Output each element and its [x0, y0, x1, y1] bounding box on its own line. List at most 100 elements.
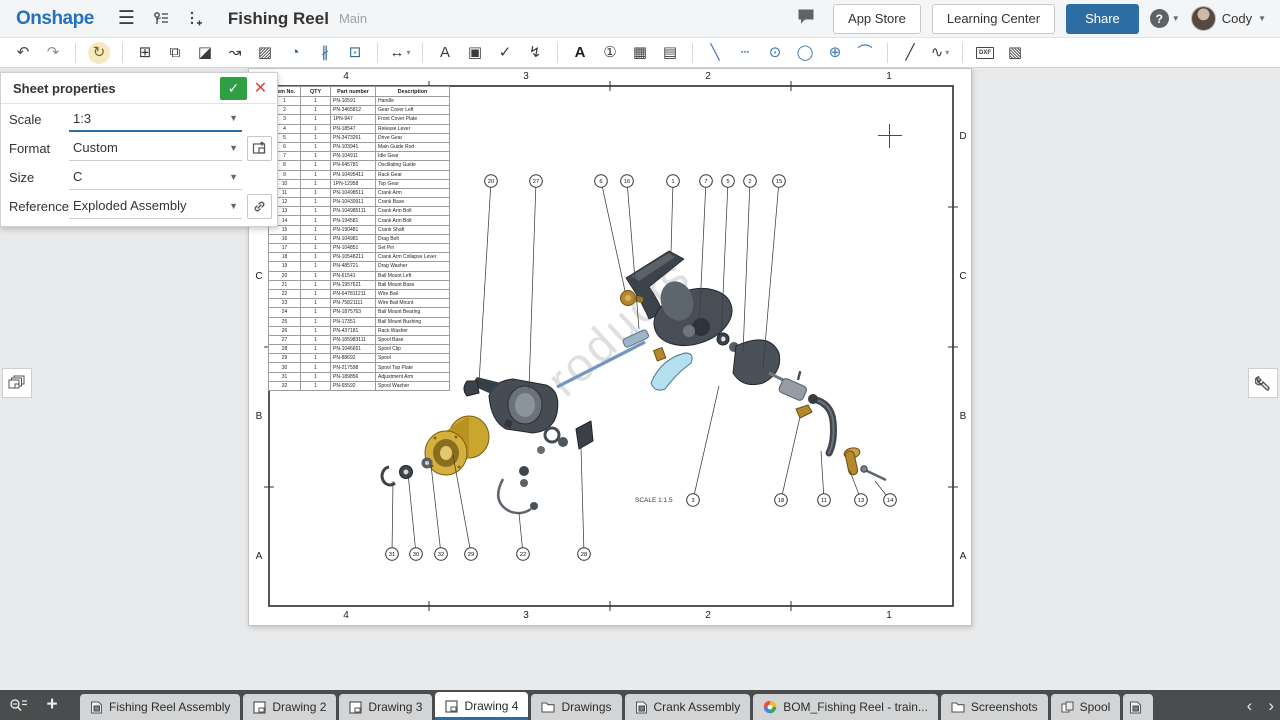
export-dxf-icon[interactable]: DXF	[972, 41, 998, 65]
table-row[interactable]: 111PN-10498511Crank Arm	[269, 188, 450, 197]
format-dropdown[interactable]: Custom▼	[69, 136, 242, 161]
text-icon[interactable]: A	[567, 41, 593, 65]
scroll-tabs-right-icon[interactable]: ›	[1268, 697, 1274, 714]
confirm-button[interactable]: ✓	[220, 77, 247, 100]
close-button[interactable]: ✕	[247, 77, 274, 100]
table-row[interactable]: 141PN-194581Crank Arm Bolt	[269, 216, 450, 225]
ellipse-icon[interactable]: ◯	[792, 41, 818, 65]
table-row[interactable]: 171PN-104851Set Pin	[269, 244, 450, 253]
redo-icon[interactable]: ↷	[40, 41, 66, 65]
avatar[interactable]	[1191, 6, 1216, 31]
table-row[interactable]: 251PN-17351Bail Mount Bushing	[269, 317, 450, 326]
table-row[interactable]: 291PN-88692Spool	[269, 354, 450, 363]
table-row[interactable]: 81PN-645781Oscillating Guide	[269, 161, 450, 170]
tools-flyout-button[interactable]	[1248, 368, 1278, 398]
table-row[interactable]: 1011PN-12958Top Gear	[269, 179, 450, 188]
insert-element-button[interactable]: +	[38, 690, 66, 720]
tab-drawing-2[interactable]: Drawing 2	[243, 694, 336, 720]
share-button[interactable]: Share	[1066, 4, 1139, 34]
chevron-down-icon[interactable]: ▼	[229, 201, 238, 211]
table-row[interactable]: 281PN-1046651Spool Clip	[269, 345, 450, 354]
help-menu[interactable]: ? ▼	[1150, 9, 1180, 28]
table-row[interactable]: 41PN-18547Release Lever	[269, 124, 450, 133]
size-dropdown[interactable]: C▼	[69, 165, 242, 190]
undo-icon[interactable]: ↶	[10, 41, 36, 65]
dimension-icon[interactable]: ↔▾	[387, 41, 413, 65]
geometric-tolerance-icon[interactable]: ▣	[462, 41, 488, 65]
table-icon[interactable]: ▦	[627, 41, 653, 65]
tangent-line-icon[interactable]: ⌒	[852, 41, 878, 65]
app-store-button[interactable]: App Store	[833, 4, 921, 34]
user-menu[interactable]: Cody ▼	[1191, 6, 1266, 31]
center-mark-icon[interactable]: ⊙	[762, 41, 788, 65]
circle-icon[interactable]: ⊕	[822, 41, 848, 65]
tab-clipped[interactable]	[1123, 694, 1153, 720]
sheets-panel-toggle-button[interactable]	[2, 368, 32, 398]
drawing-canvas[interactable]: products	[0, 68, 1280, 690]
bom-table-icon[interactable]: ▤	[657, 41, 683, 65]
sheet-format-button[interactable]	[247, 136, 272, 161]
centerline-icon[interactable]: ┄	[732, 41, 758, 65]
table-row[interactable]: 131PN-104985111Crank Arm Bolt	[269, 207, 450, 216]
table-row[interactable]: 21PN-3465812Gear Cover Left	[269, 106, 450, 115]
table-row[interactable]: 271PN-105983111Spool Base	[269, 335, 450, 344]
scale-dropdown[interactable]: ▼	[69, 107, 242, 132]
chevron-down-icon[interactable]: ▼	[229, 172, 238, 182]
tab-drawings[interactable]: Drawings	[531, 694, 621, 720]
table-row[interactable]: 301PN-217598Spool Top Plate	[269, 363, 450, 372]
line-icon[interactable]: ╲	[702, 41, 728, 65]
insert-view-icon[interactable]: ⊞	[132, 41, 158, 65]
table-row[interactable]: 121PN-10430911Crank Base	[269, 198, 450, 207]
table-row[interactable]: 151PN-190481Crank Shaft	[269, 225, 450, 234]
table-row[interactable]: 191PN-485721Drag Washer	[269, 262, 450, 271]
search-tabs-button[interactable]	[0, 690, 38, 720]
table-row[interactable]: 221PN-647811211Wire Bail	[269, 289, 450, 298]
table-row[interactable]: 311PN-947Front Cover Plate	[269, 115, 450, 124]
dimension-caret-icon[interactable]: ▾	[406, 48, 410, 57]
spline-caret-icon[interactable]: ▾	[945, 48, 949, 57]
broken-out-section-icon[interactable]: ◔	[282, 41, 308, 65]
weld-symbol-icon[interactable]: ↯	[522, 41, 548, 65]
reference-dropdown[interactable]: Exploded Assembly▼	[69, 194, 242, 219]
table-row[interactable]: 71PN-104911Idle Gear	[269, 152, 450, 161]
surface-finish-icon[interactable]: ✓	[492, 41, 518, 65]
projected-view-icon[interactable]: ⧉	[162, 41, 188, 65]
spline-icon[interactable]: ∿▾	[927, 41, 953, 65]
tab-drawing-4[interactable]: Drawing 4	[435, 692, 528, 720]
drawing-sheet[interactable]: products	[248, 68, 972, 626]
table-row[interactable]: 91PN-10495411Rack Gear	[269, 170, 450, 179]
learning-center-button[interactable]: Learning Center	[932, 4, 1055, 34]
tab-spool[interactable]: Spool	[1051, 694, 1121, 720]
main-menu-icon[interactable]: ☰	[118, 7, 135, 30]
table-row[interactable]: 231PN-75821111Wire Bail Mount	[269, 299, 450, 308]
help-icon[interactable]: ?	[1150, 9, 1169, 28]
scale-input[interactable]	[73, 111, 218, 126]
tab-bom-fishing-reel-train[interactable]: BOM_Fishing Reel - train...	[753, 694, 938, 720]
table-row[interactable]: 161PN-104981Drag Bolt	[269, 234, 450, 243]
table-row[interactable]: 61PN-103941Main Guide Rod	[269, 142, 450, 151]
table-row[interactable]: 311PN-189856Adjustment Arm	[269, 372, 450, 381]
tab-screenshots[interactable]: Screenshots	[941, 694, 1048, 720]
section-view-icon[interactable]: ▨	[252, 41, 278, 65]
insert-image-icon[interactable]: ▧	[1002, 41, 1028, 65]
tab-fishing-reel-assembly[interactable]: Fishing Reel Assembly	[80, 694, 240, 720]
table-row[interactable]: 241PN-1875763Bail Mount Bearing	[269, 308, 450, 317]
scroll-tabs-left-icon[interactable]: ‹	[1247, 697, 1253, 714]
link-button[interactable]	[247, 194, 272, 219]
chevron-down-icon[interactable]: ▼	[229, 143, 238, 153]
crop-view-icon[interactable]: ⊡	[342, 41, 368, 65]
bom-table[interactable]: Item No.QTYPart numberDescription 11PN-1…	[268, 86, 450, 391]
table-row[interactable]: 201PN-61541Bail Mount Left	[269, 271, 450, 280]
break-view-icon[interactable]: ∦	[312, 41, 338, 65]
auxiliary-view-icon[interactable]: ◪	[192, 41, 218, 65]
update-icon[interactable]: ↻	[88, 42, 110, 64]
versions-icon[interactable]	[153, 11, 170, 27]
note-icon[interactable]: A	[432, 41, 458, 65]
tab-drawing-3[interactable]: Drawing 3	[339, 694, 432, 720]
table-row[interactable]: 181PN-10548211Crank Arm Collapse Lever	[269, 253, 450, 262]
table-row[interactable]: 321PN-65592Spool Washer	[269, 381, 450, 390]
table-row[interactable]: 261PN-437181Rack Washer	[269, 326, 450, 335]
table-row[interactable]: 11PN-10591Handle	[269, 97, 450, 106]
balloon-icon[interactable]: ①	[597, 41, 623, 65]
chevron-down-icon[interactable]: ▼	[229, 113, 238, 123]
